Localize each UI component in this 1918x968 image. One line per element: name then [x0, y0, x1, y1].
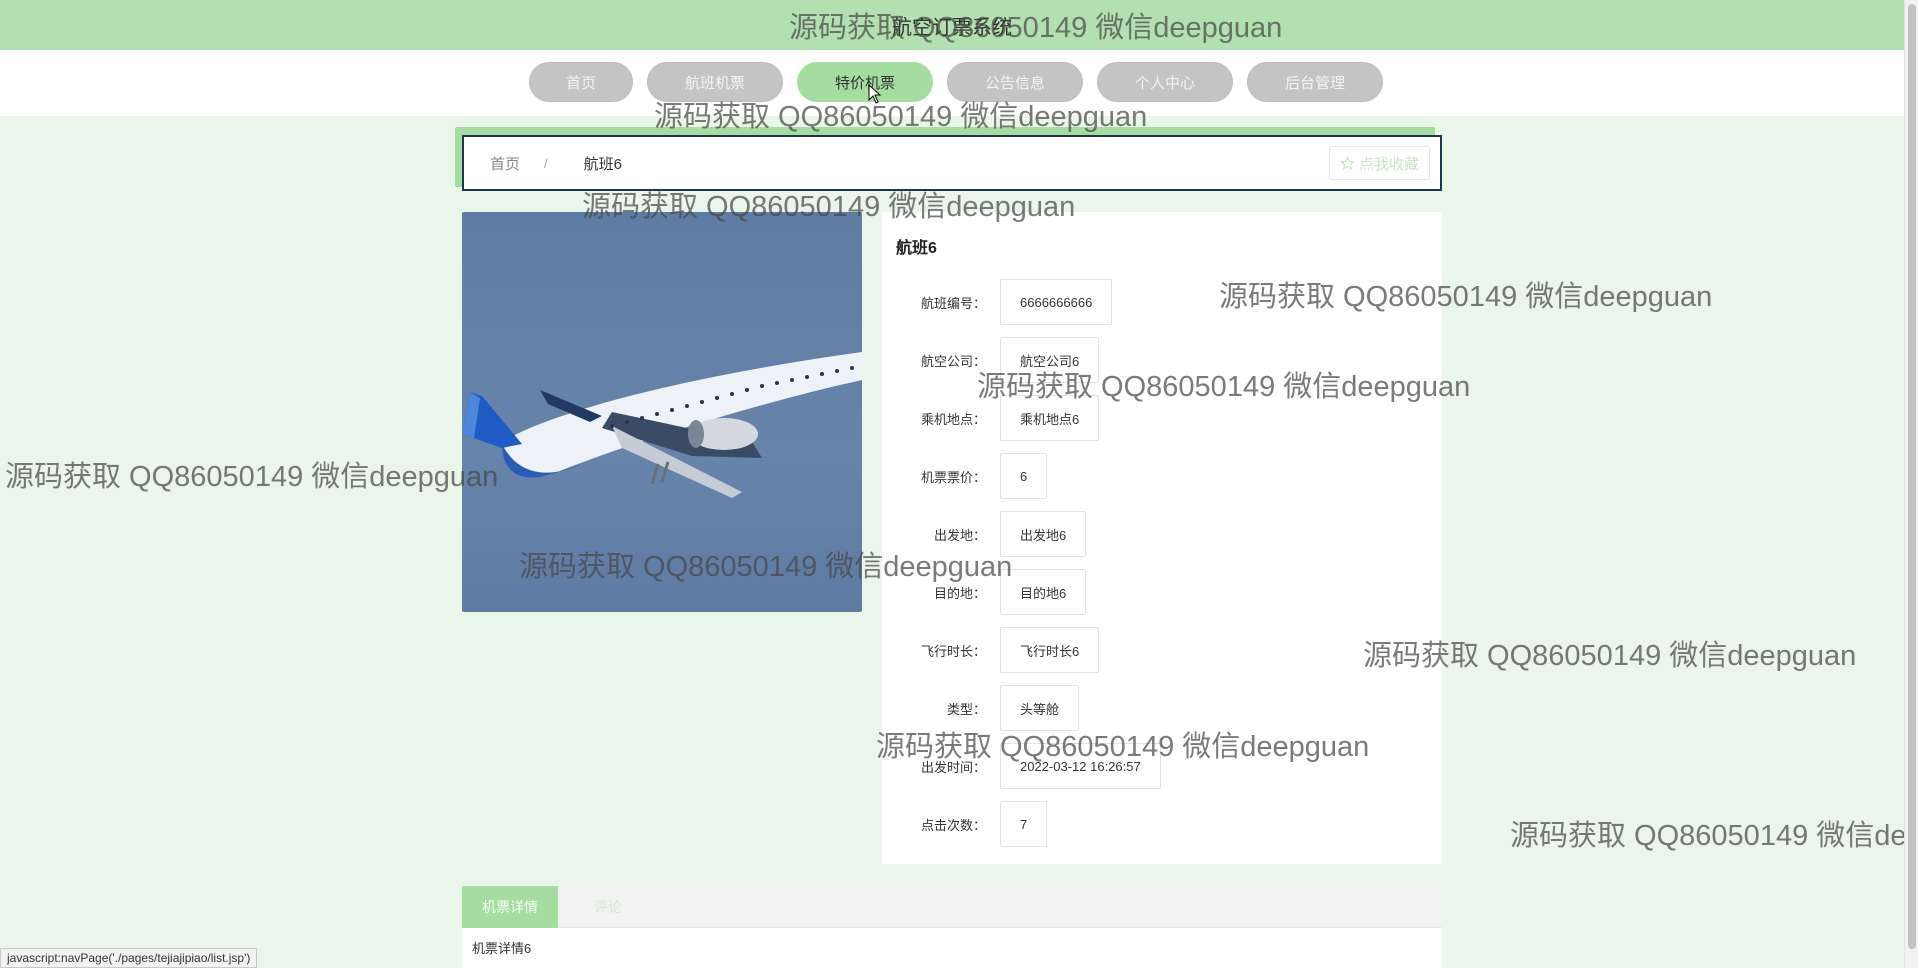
airplane-illustration: [462, 352, 862, 498]
main-nav: 首页 航班机票 特价机票 公告信息 个人中心 后台管理: [529, 62, 1383, 102]
scrollbar-thumb[interactable]: [1908, 4, 1916, 949]
field-value: 2022-03-12 16:26:57: [1000, 743, 1161, 789]
browser-status-bar: javascript:navPage('./pages/tejiajipiao/…: [0, 948, 258, 968]
mouse-cursor-icon: [868, 84, 882, 104]
tab-content: 机票详情6: [462, 928, 1442, 968]
flight-title: 航班6: [896, 240, 937, 257]
field-label: 航空公司：: [920, 353, 986, 369]
field-label: 航班编号：: [920, 295, 986, 311]
flight-detail-panel: 航班6 航班编号： 6666666666 航空公司： 航空公司6 乘机地点： 乘…: [882, 212, 1442, 864]
watermark: 源码获取 QQ86050149 微信deepguan: [5, 461, 499, 493]
field-departure-time: 出发时间： 2022-03-12 16:26:57: [882, 743, 1161, 789]
field-value: 航空公司6: [1000, 337, 1100, 383]
flight-image: [462, 212, 862, 612]
field-label: 飞行时长：: [920, 643, 986, 659]
field-departure: 出发地： 出发地6: [882, 511, 1087, 557]
site-title: 航空订票系统: [892, 16, 1012, 39]
field-label: 类型：: [946, 701, 986, 717]
top-header-bar: 航空订票系统: [0, 0, 1904, 50]
field-value: 头等舱: [1000, 685, 1080, 731]
field-click-count: 点击次数： 7: [882, 801, 1048, 847]
field-cabin-type: 类型： 头等舱: [882, 685, 1080, 731]
field-boarding-location: 乘机地点： 乘机地点6: [882, 395, 1100, 441]
field-value: 乘机地点6: [1000, 395, 1100, 441]
field-ticket-price: 机票票价： 6: [882, 453, 1048, 499]
breadcrumb: 首页 / 航班6 点我收藏: [462, 135, 1442, 191]
nav-item-personal-center[interactable]: 个人中心: [1097, 62, 1233, 102]
field-value: 目的地6: [1000, 569, 1087, 615]
field-flight-number: 航班编号： 6666666666: [882, 279, 1113, 325]
field-label: 出发地：: [933, 527, 986, 543]
field-value: 6: [1000, 453, 1048, 499]
nav-item-home[interactable]: 首页: [529, 62, 633, 102]
field-label: 点击次数：: [920, 817, 986, 833]
nav-item-announcements[interactable]: 公告信息: [947, 62, 1083, 102]
tab-ticket-details[interactable]: 机票详情: [462, 886, 558, 928]
field-label: 目的地：: [933, 585, 986, 601]
nav-item-admin[interactable]: 后台管理: [1247, 62, 1383, 102]
field-label: 乘机地点：: [920, 411, 986, 427]
field-value: 出发地6: [1000, 511, 1087, 557]
favorite-button[interactable]: 点我收藏: [1328, 146, 1430, 180]
breadcrumb-separator: /: [544, 155, 548, 171]
nav-item-special-tickets[interactable]: 特价机票: [797, 62, 933, 102]
field-value: 7: [1000, 801, 1048, 847]
field-label: 机票票价：: [920, 469, 986, 485]
detail-tabs: 机票详情 评论: [462, 886, 1442, 928]
favorite-button-label: 点我收藏: [1358, 155, 1419, 173]
field-value: 飞行时长6: [1000, 627, 1100, 673]
breadcrumb-current: 航班6: [583, 155, 622, 173]
field-flight-duration: 飞行时长： 飞行时长6: [882, 627, 1100, 673]
watermark-clip: 源码获取 QQ86050149 微信deepguan: [1508, 812, 1904, 852]
page-scrollbar[interactable]: [1904, 0, 1918, 968]
field-value: 6666666666: [1000, 279, 1113, 325]
tab-comments[interactable]: 评论: [558, 886, 658, 928]
nav-item-flights[interactable]: 航班机票: [647, 62, 783, 102]
watermark: 源码获取 QQ86050149 微信deepguan: [1510, 820, 1904, 852]
star-outline-icon: [1340, 155, 1355, 170]
field-label: 出发时间：: [920, 759, 986, 775]
breadcrumb-home-link[interactable]: 首页: [490, 153, 520, 174]
field-destination: 目的地： 目的地6: [882, 569, 1087, 615]
field-airline: 航空公司： 航空公司6: [882, 337, 1100, 383]
